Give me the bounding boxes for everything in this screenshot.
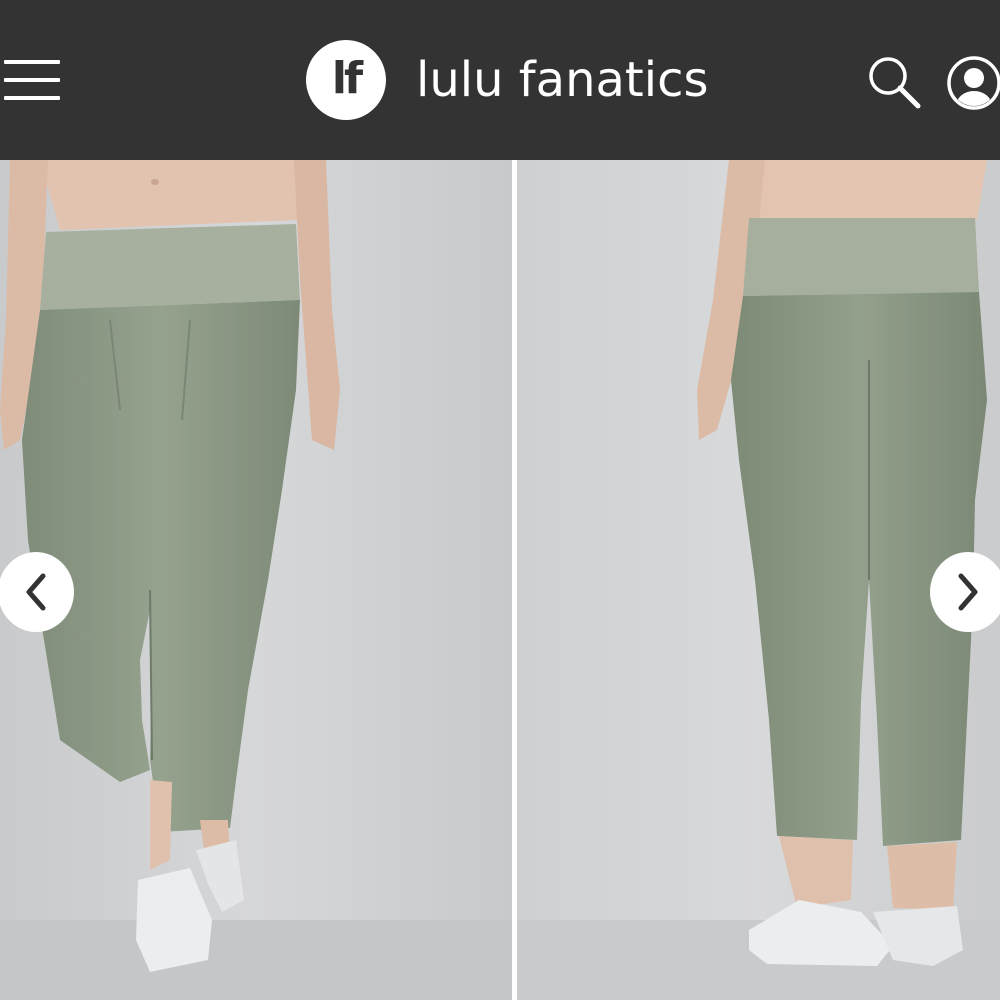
- brand-logo-link[interactable]: lf lulu fanatics: [306, 38, 708, 122]
- front-view-illustration: [0, 160, 512, 1000]
- previous-image-button[interactable]: [0, 552, 74, 632]
- hamburger-menu-icon: [4, 60, 60, 64]
- logo-badge: lf: [306, 40, 386, 120]
- product-image-back[interactable]: [517, 160, 1000, 1000]
- top-navigation-bar: lf lulu fanatics: [0, 0, 1000, 160]
- logo-monogram: lf: [331, 52, 363, 104]
- chevron-right-icon: [958, 573, 978, 611]
- product-image-gallery: [0, 160, 1000, 1000]
- profile-button[interactable]: [946, 54, 1000, 112]
- product-image-front[interactable]: [0, 160, 512, 1000]
- search-button[interactable]: [866, 54, 922, 110]
- back-view-illustration: [517, 160, 1000, 1000]
- menu-icon-line: [4, 78, 60, 82]
- menu-icon-line: [4, 96, 60, 100]
- next-image-button[interactable]: [930, 552, 1000, 632]
- hamburger-menu-button[interactable]: [4, 58, 60, 102]
- chevron-left-icon: [26, 573, 46, 611]
- search-icon: [869, 57, 921, 109]
- brand-name: lulu fanatics: [416, 52, 709, 108]
- user-avatar-icon: [947, 56, 1000, 110]
